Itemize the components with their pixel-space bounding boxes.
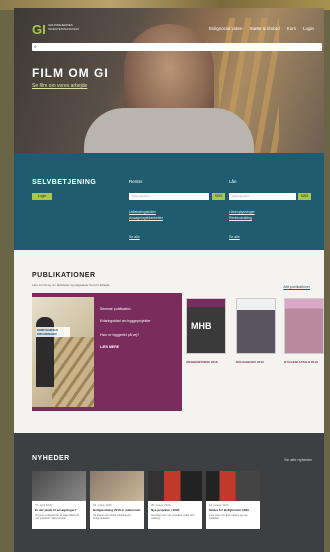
publications-see-all-link[interactable]: Alle publikationer — [283, 285, 310, 289]
laan-link-2[interactable]: Renteudvikling — [229, 216, 252, 220]
self-service-heading: SELVBETJENING — [32, 179, 97, 186]
news-card-4[interactable]: 14. januar 2020 Status for Boligfonden 2… — [206, 471, 260, 529]
webpage: GI GRUNDEJERNES INVESTERINGSFOND Boligso… — [14, 8, 324, 552]
news-card-4-image — [206, 471, 260, 501]
featured-desc: Hvor er byggeriet på vej? — [100, 333, 140, 337]
cover-beams-decor — [52, 337, 94, 407]
news-card-2-title: Boligmodning 2019 er udkommet — [93, 508, 141, 512]
featured-cover-image: OMBYGNINGS ERFARINGER — [32, 297, 94, 407]
main-nav: Boligsocial viden Støtte & tilskud Kurs … — [209, 26, 314, 31]
publication-cover-1-text: MHB — [191, 321, 212, 331]
publication-caption-2[interactable]: BOLIGBEHOV 2019 — [236, 360, 264, 364]
publication-cover-3[interactable] — [284, 298, 324, 354]
news-card-2-text: Se status over årets udvikling på boligm… — [93, 514, 131, 521]
hero-film-link[interactable]: Se film om vores arbejde — [32, 83, 87, 89]
renter-link-2[interactable]: Ansøgningsblanketter — [129, 216, 163, 220]
logo-subtitle: GRUNDEJERNES INVESTERINGSFOND — [48, 23, 79, 31]
news-card-2[interactable]: 02. marts 2020 Boligmodning 2019 er udko… — [90, 471, 144, 529]
self-service-section: SELVBETJENING Login Renter Søg ejendom S… — [14, 153, 324, 250]
featured-publication[interactable]: OMBYGNINGS ERFARINGER Seneste publikatio… — [32, 293, 182, 411]
renter-search-button[interactable]: SØG — [212, 193, 225, 200]
nav-item-stotte[interactable]: Støtte & tilskud — [249, 26, 279, 31]
publication-caption-1[interactable]: ÅRSBERETNING 2018 — [186, 360, 218, 364]
renter-search-field[interactable]: Søg ejendom — [129, 193, 209, 200]
publications-heading: PUBLIKATIONER — [32, 272, 96, 279]
news-card-3-text: Oversigt over nye projekter under GI's o… — [151, 514, 195, 521]
featured-title: Erfaringsblad om byggeprojekter — [100, 319, 151, 323]
cover-title: OMBYGNINGS ERFARINGER — [36, 327, 70, 337]
renter-link-1[interactable]: Udbetalingsindex — [129, 210, 156, 214]
news-see-all-link[interactable]: Se alle nyheder — [284, 457, 312, 462]
laan-heading: Lån — [229, 179, 237, 184]
gi-logo[interactable]: GI — [32, 22, 46, 37]
hero-banner: GI GRUNDEJERNES INVESTERINGSFOND Boligso… — [14, 8, 324, 153]
news-card-1[interactable]: 07. april 2020 Er der plads til ansøgnin… — [32, 471, 86, 529]
news-card-3-date: 28. januar 2020 — [151, 503, 171, 507]
news-card-4-title: Status for Boligfonden 2020 — [209, 508, 249, 512]
laan-search-button[interactable]: SØG — [298, 193, 311, 200]
hero-person-shirt — [84, 108, 254, 153]
renter-see-all[interactable]: Se alle — [129, 235, 140, 239]
news-card-4-date: 14. januar 2020 — [209, 503, 229, 507]
featured-read-more-link[interactable]: LÆS MERE — [100, 345, 175, 349]
publications-subtitle: Læs om GI og om aktiviteter og udgivelse… — [32, 283, 110, 287]
news-heading: NYHEDER — [32, 455, 70, 462]
hero-title: FILM OM GI — [32, 66, 109, 80]
search-input[interactable]: ⌕ — [32, 43, 322, 51]
featured-label: Seneste publikation — [100, 307, 131, 311]
publication-caption-3[interactable]: BYGGERI AFTALE 2019 — [284, 360, 318, 364]
nav-item-kurs[interactable]: Kurs — [287, 26, 296, 31]
news-card-3-image — [148, 471, 202, 501]
nav-item-login[interactable]: Login — [303, 26, 314, 31]
news-card-1-title: Er der plads til ansøgninger? — [35, 508, 77, 512]
news-card-2-date: 02. marts 2020 — [93, 503, 112, 507]
news-card-1-text: GI giver mulighed for at søge tilskud ti… — [35, 514, 80, 521]
news-card-3[interactable]: 28. januar 2020 Nye projekter i 2020 Ove… — [148, 471, 202, 529]
laan-link-1[interactable]: Låneoplysninger — [229, 210, 255, 214]
publication-cover-1[interactable]: MHB — [186, 298, 226, 354]
laan-see-all[interactable]: Se alle — [229, 235, 240, 239]
nav-item-boligsocial[interactable]: Boligsocial viden — [209, 26, 243, 31]
news-card-2-image — [90, 471, 144, 501]
news-card-3-title: Nye projekter i 2020 — [151, 508, 180, 512]
search-icon: ⌕ — [34, 44, 37, 50]
news-card-1-image — [32, 471, 86, 501]
renter-heading: Renter — [129, 179, 143, 184]
news-card-1-date: 07. april 2020 — [35, 503, 52, 507]
publication-cover-2[interactable] — [236, 298, 276, 354]
news-card-4-text: Læs mere om årets status og nye initiati… — [209, 514, 248, 521]
news-section: NYHEDER Se alle nyheder 07. april 2020 E… — [14, 433, 324, 552]
laan-search-field[interactable]: Søg ejendom — [229, 193, 296, 200]
login-button[interactable]: Login — [32, 193, 52, 200]
